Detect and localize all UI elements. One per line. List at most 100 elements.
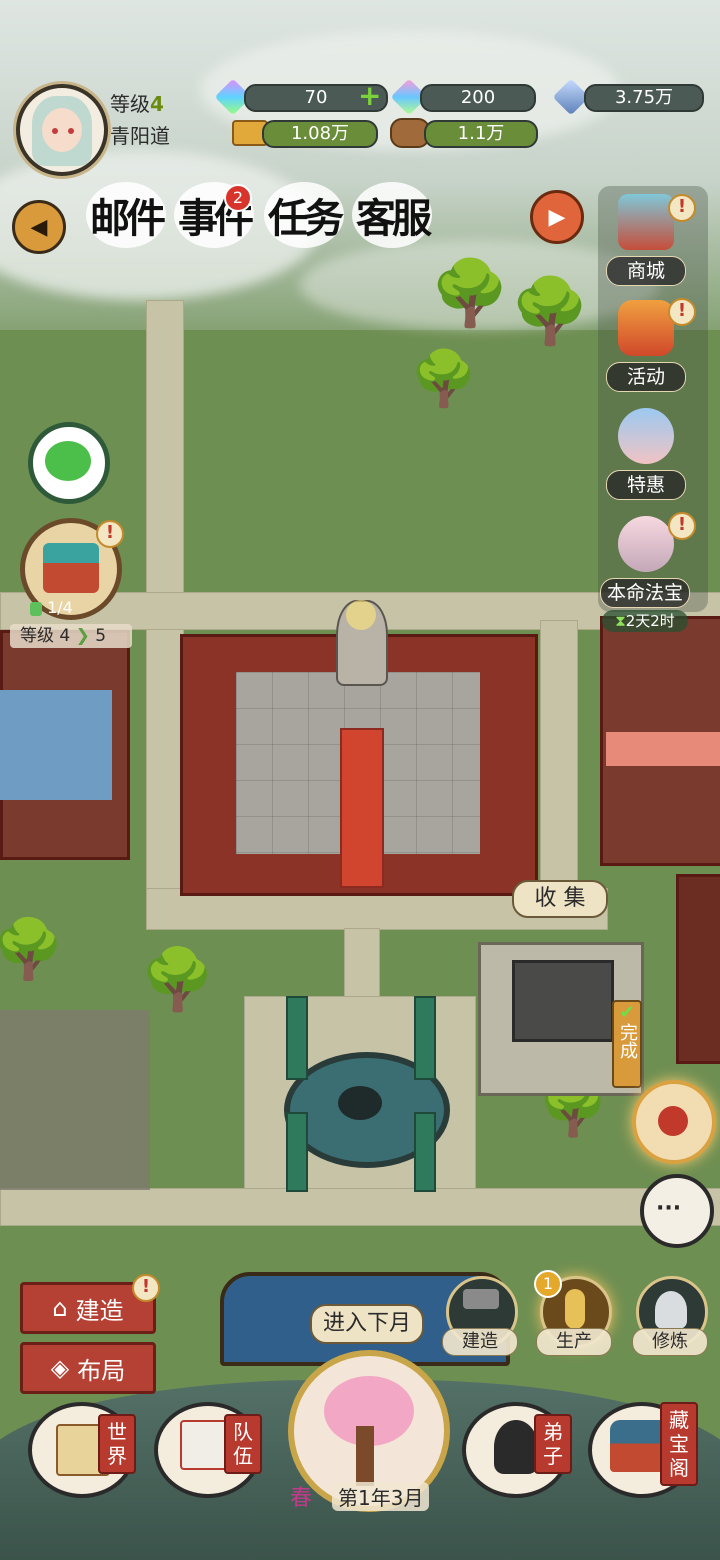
tree-trunk-icon: [356, 1426, 374, 1486]
jade-token-icon: [30, 601, 42, 616]
west-hall-roof: [0, 690, 112, 800]
avatar-face: [42, 108, 82, 152]
dead-tree: 🌳: [0, 915, 65, 983]
check-icon: ✔: [619, 1002, 635, 1023]
special-offer-button[interactable]: 特惠: [600, 404, 690, 504]
tool-build-label: 建造: [442, 1328, 518, 1356]
treasury-tag: 藏宝阁: [660, 1402, 698, 1486]
chevron-left-icon: ◀: [30, 214, 48, 240]
ruined-building[interactable]: [0, 1010, 150, 1190]
ellipsis-chat-icon: ···: [656, 1196, 682, 1221]
dead-tree: 🌳: [430, 257, 510, 331]
treasure-alert-icon: !: [668, 512, 696, 540]
treasure-label: 本命法宝: [600, 578, 690, 608]
treasure-timer: ⧗2天2时: [602, 610, 688, 632]
complete-label: 完成: [617, 1023, 638, 1059]
diamond-bar: 3.75万: [584, 84, 704, 112]
diamond-value: 3.75万: [614, 87, 674, 108]
level-to: 5: [95, 626, 107, 646]
build-label: 建造: [75, 1296, 124, 1325]
arrow-right-icon: ❯: [75, 626, 90, 646]
scroll-right-button[interactable]: ▶: [530, 190, 584, 244]
statue-glow: [346, 600, 376, 630]
tool-cultivate-label: 修炼: [632, 1328, 708, 1356]
disciples-tag: 弟子: [534, 1414, 572, 1474]
world-tag: 世界: [98, 1414, 136, 1474]
wood-bar: 1.1万: [424, 120, 538, 148]
east-hall-awning: [606, 732, 720, 766]
level-from: 等级 4: [20, 626, 71, 646]
gold-bar: 1.08万: [262, 120, 378, 148]
sect-alert-icon: !: [96, 520, 124, 548]
special-label: 特惠: [606, 470, 686, 500]
player-name: 青阳道: [110, 124, 170, 148]
date-label: 第1年3月: [332, 1482, 430, 1511]
red-carpet: [340, 728, 384, 888]
collect-bubble[interactable]: 收 集: [512, 880, 608, 918]
next-month-label: 进入下月: [322, 1311, 411, 1336]
collect-label: 收 集: [534, 886, 586, 911]
tool-produce-label: 生产: [536, 1328, 612, 1356]
building-count: 1/4: [30, 598, 92, 618]
tab-mail-label: 邮件: [90, 195, 166, 242]
hourglass-icon: ⧗: [615, 612, 626, 630]
events-badge: 2: [224, 184, 252, 212]
east-tower[interactable]: [676, 874, 720, 1064]
season-label: 春: [290, 1486, 313, 1511]
fortune-button[interactable]: [632, 1080, 716, 1164]
dead-tree: 🌳: [510, 275, 590, 349]
timer-value: 2天2时: [625, 612, 675, 630]
layout-button[interactable]: ◈ 布局: [20, 1342, 156, 1394]
wood-value: 1.1万: [457, 123, 505, 144]
hammer-icon: [463, 1289, 499, 1309]
player-avatar[interactable]: [16, 84, 108, 176]
jade-pillar: [414, 1112, 436, 1192]
jade-pillar: [414, 996, 436, 1080]
level-up-hint: 等级 4 ❯ 5: [10, 624, 132, 648]
building-count-value: 1/4: [47, 598, 73, 617]
layout-grid-icon: ◈: [50, 1354, 70, 1382]
tab-support[interactable]: 客服: [352, 182, 432, 248]
shop-label: 商城: [606, 256, 686, 286]
disciple-portrait-icon: [494, 1420, 538, 1474]
add-crystal-icon[interactable]: +: [358, 82, 384, 110]
wheat-icon: [565, 1289, 585, 1329]
jade-pillar: [286, 1112, 308, 1192]
shop-pavilion-icon: [618, 194, 674, 250]
array-core: [338, 1086, 382, 1120]
wechat-icon: [45, 441, 91, 481]
level-value: 4: [150, 92, 164, 116]
dead-tree: 🌳: [410, 347, 478, 410]
pagoda-icon: [43, 543, 99, 593]
tab-tasks[interactable]: 任务: [264, 182, 344, 248]
fox-girl-icon: [618, 516, 674, 572]
crystal1-value: 70: [304, 87, 328, 108]
character-offer-icon: [618, 408, 674, 464]
crystal2-value: 200: [460, 87, 496, 108]
next-month-button[interactable]: 进入下月: [310, 1304, 424, 1344]
stone-path: [540, 620, 578, 892]
scroll-left-button[interactable]: ◀: [12, 200, 66, 254]
jade-pillar: [286, 996, 308, 1080]
complete-tag[interactable]: ✔ 完成: [612, 1000, 642, 1088]
build-alert-icon: !: [132, 1274, 160, 1302]
avatar-eye: [68, 128, 74, 134]
shop-alert-icon: !: [668, 194, 696, 222]
wechat-button[interactable]: [28, 422, 110, 504]
meditating-elder-icon: [655, 1291, 687, 1329]
level-label: 等级: [110, 92, 150, 116]
tab-support-label: 客服: [356, 195, 432, 242]
workshop-roof: [512, 960, 614, 1042]
activity-alert-icon: !: [668, 298, 696, 326]
crystal2-bar: 200: [420, 84, 536, 112]
peach-icon: [658, 1106, 688, 1136]
player-level: 等级4: [110, 88, 164, 117]
tab-tasks-label: 任务: [268, 195, 344, 242]
tab-mail[interactable]: 邮件: [86, 182, 166, 248]
stone-path: [0, 1188, 720, 1226]
activity-label: 活动: [606, 362, 686, 392]
chat-button[interactable]: ···: [640, 1174, 714, 1248]
produce-badge: 1: [534, 1270, 562, 1298]
house-icon: ⌂: [52, 1294, 68, 1322]
lantern-icon: [618, 300, 674, 356]
